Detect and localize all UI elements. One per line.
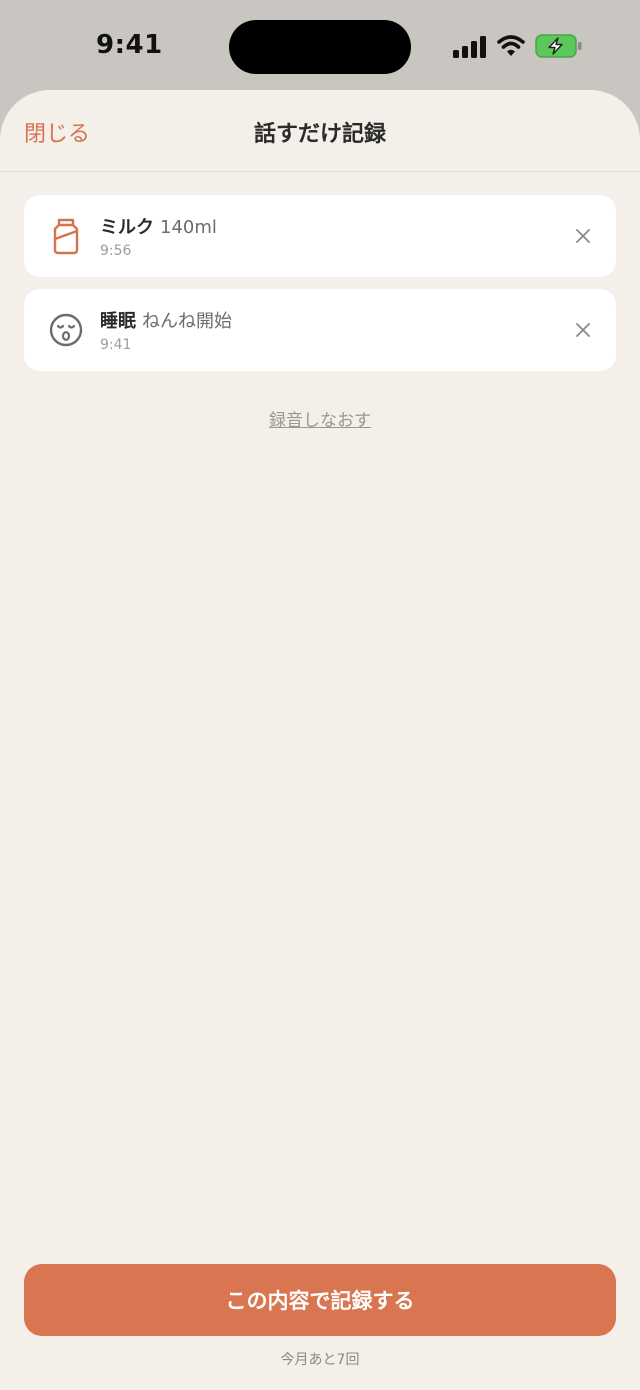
close-icon: [576, 229, 590, 243]
status-time: 9:41: [96, 30, 163, 60]
record-detail: ねんね開始: [142, 311, 232, 332]
remove-record-button[interactable]: [572, 319, 594, 341]
sheet-header: 閉じる 話すだけ記録: [0, 90, 640, 172]
record-card-sleep[interactable]: 睡眠 ねんね開始 9:41: [24, 289, 616, 371]
record-type: 睡眠: [100, 311, 136, 332]
milk-bottle-icon: [53, 218, 79, 255]
record-time: 9:41: [100, 337, 132, 353]
page-title: 話すだけ記録: [253, 122, 386, 147]
remaining-count-note: 今月あと7回: [280, 1352, 360, 1368]
submit-record-button[interactable]: この内容で記録する: [24, 1264, 616, 1336]
close-icon: [576, 323, 590, 337]
dynamic-island: [229, 20, 411, 74]
record-detail: 140ml: [160, 217, 217, 238]
record-sheet: 閉じる 話すだけ記録 ミルク 140ml 9:56 睡眠 ねんね開始 9:41 …: [0, 90, 640, 1390]
sleeping-face-icon: [49, 313, 83, 347]
remove-record-button[interactable]: [572, 225, 594, 247]
signal-icon: [453, 36, 486, 58]
record-label: ミルク 140ml: [100, 213, 217, 239]
status-bar: 9:41: [0, 0, 640, 92]
rerecord-link[interactable]: 録音しなおす: [0, 406, 640, 431]
battery-charging-icon: [535, 34, 582, 58]
record-card-milk[interactable]: ミルク 140ml 9:56: [24, 195, 616, 277]
record-time: 9:56: [100, 243, 132, 259]
record-type: ミルク: [100, 217, 154, 238]
wifi-icon: [497, 35, 525, 56]
record-label: 睡眠 ねんね開始: [100, 307, 232, 333]
